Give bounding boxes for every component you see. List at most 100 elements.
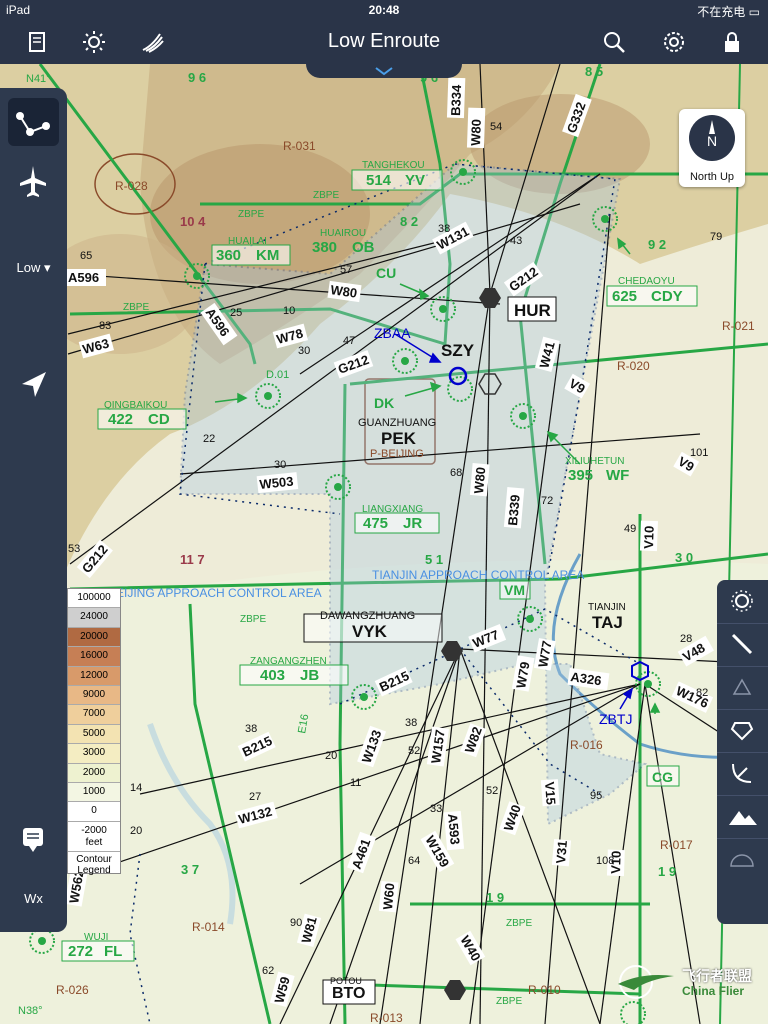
legend-level: 16000 [68,647,120,667]
airport-pek[interactable]: PEK [381,429,417,448]
station-vyk[interactable]: VYK [352,622,388,641]
left-toolbar: Low ▾ Wx [0,88,67,932]
airway-tag[interactable]: A593 [445,813,463,845]
brightness-button[interactable] [717,580,768,624]
mora-label: 3 0 [675,550,693,565]
airway-tag[interactable]: A596 [68,270,99,285]
legend-level: 5000 [68,724,120,745]
legend-level: 3000 [68,744,120,764]
station-taj[interactable]: TAJ [592,613,623,632]
ndb-freq: 403 [260,667,285,684]
restricted-label: R-031 [283,139,316,153]
mea-number: 10 [283,305,295,317]
waypoint-zbtj[interactable]: ZBTJ [599,711,632,727]
ndb-id: OB [352,239,375,256]
ndb-freq: 514 [366,172,392,189]
mea-number: 38 [245,723,257,735]
waypoint-vm[interactable]: VM [504,582,525,598]
ndb-place: TANGHEKOU [362,160,425,171]
pull-tab[interactable] [306,64,462,78]
legend-level: 24000 [68,608,120,628]
mea-number: 52 [486,785,498,797]
mea-number: 57 [340,264,352,276]
contour-legend: 100000 24000 20000 16000 12000 9000 7000 5000 30… [67,588,121,876]
top-toolbar: Low Enroute [0,20,768,64]
ndb-freq: 272 [68,943,93,960]
aircraft-button[interactable] [8,156,59,204]
wx-button[interactable]: Wx [0,891,67,906]
lock-icon[interactable] [720,30,744,54]
legend-caption: Contour Legend [76,853,112,876]
waypoint-zbaa[interactable]: ZBAA [374,325,411,341]
lat-label: N38° [18,1005,43,1017]
waypoint-cu[interactable]: CU [376,265,396,281]
airway-tag[interactable]: V31 [553,840,570,864]
airway-tag[interactable]: V10 [641,525,657,549]
waypoint-d01[interactable]: D.01 [266,369,289,381]
airway-tag[interactable]: W80 [468,119,484,146]
zbpe-label: ZBPE [506,918,532,929]
altitude-selector[interactable]: Low ▾ [0,260,67,276]
north-up-button[interactable]: N North Up [679,109,745,187]
ndb-id: CD [148,411,170,428]
legend-level: 12000 [68,666,120,686]
airway-tag[interactable]: B339 [505,494,523,526]
mora-label: 3 7 [181,862,199,877]
mea-number: 28 [680,633,692,645]
route-tool-button[interactable] [8,98,59,146]
mountain-icon [729,811,757,825]
mea-number: 33 [430,803,442,815]
compass-icon: N [689,115,735,161]
ndb-id: KM [256,247,279,264]
mea-number: 54 [490,121,502,133]
mea-number: 101 [690,447,708,459]
restricted-label: R-026 [56,983,89,997]
battery-status: 不在充电 ▭ [697,3,760,20]
mea-number: 79 [710,231,722,243]
terrain-button[interactable] [717,666,768,710]
mea-number: 52 [408,745,420,757]
status-bar: iPad 20:48 不在充电 ▭ [0,0,768,20]
enroute-chart[interactable]: R-031 R-028 R-021 R-020 R-016 R-017 R-01… [0,64,768,1024]
gear-icon[interactable] [662,30,686,54]
restricted-label: R-017 [660,838,693,852]
svg-text:POTOU: POTOU [330,976,362,986]
station-szy[interactable]: SZY [441,341,475,360]
mea-number: 11 [350,777,361,789]
mea-number: 27 [249,791,261,803]
waypoint-dk[interactable]: DK [374,395,394,411]
mea-number: 30 [298,345,310,357]
zbpe-label: ZBPE [123,302,149,313]
notes-button[interactable] [8,816,59,864]
location-button[interactable] [8,360,59,408]
station-bto[interactable]: BTO [332,985,365,1002]
legend-level: 9000 [68,685,120,706]
search-icon[interactable] [602,30,626,54]
airway-tag[interactable]: W60 [380,882,397,910]
station-hur[interactable]: HUR [514,301,551,320]
mea-number: 25 [230,307,242,319]
ndb-place: HUAIROU [320,228,366,239]
ndb-freq: 395 [568,467,593,484]
watermark-en: China Flier [682,984,745,998]
mea-number: 72 [541,495,553,507]
airway-tag[interactable]: W80 [471,466,488,494]
battery-icon: ▭ [748,5,760,19]
ruler-button[interactable] [717,623,768,667]
protractor-button[interactable] [717,838,768,881]
lat-label: N41° [26,73,51,85]
airport-button[interactable] [717,709,768,753]
elevation-button[interactable] [717,795,768,839]
airway-tag[interactable]: V15 [542,781,559,805]
airport-symbol-icon [730,722,754,741]
waypoint-cg[interactable]: CG [652,769,673,785]
mea-number: 47 [343,335,355,347]
compass-letter: N [707,133,717,149]
ndb-freq: 360 [216,247,241,264]
airway-tag[interactable]: B334 [448,84,464,116]
airplane-icon [20,166,46,197]
protractor-icon [730,854,754,867]
ndb-id: WF [606,467,629,484]
weather-button[interactable] [717,752,768,796]
zbpe-label: ZBPE [240,614,266,625]
